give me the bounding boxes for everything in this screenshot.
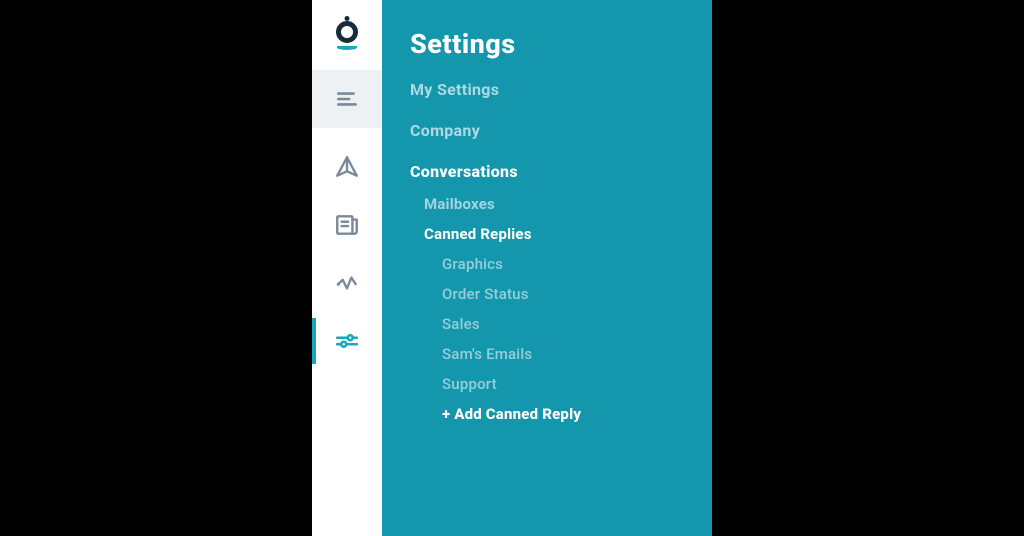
reply-item[interactable]: Sam's Emails <box>442 345 712 363</box>
newspaper-icon <box>334 212 360 238</box>
logo-swoosh-icon <box>337 45 357 50</box>
reply-item[interactable]: Support <box>442 375 712 393</box>
icon-rail <box>312 0 382 536</box>
reply-item[interactable]: Sales <box>442 315 712 333</box>
paper-plane-icon <box>334 154 360 180</box>
nav-canned-replies[interactable]: Canned Replies <box>424 225 712 243</box>
nav-docs[interactable] <box>312 196 382 254</box>
canned-replies-list: Graphics Order Status Sales Sam's Emails… <box>424 255 712 423</box>
app-shell: Settings My Settings Company Conversatio… <box>312 0 712 536</box>
sliders-icon <box>334 328 360 354</box>
nav-analytics[interactable] <box>312 254 382 312</box>
settings-panel: Settings My Settings Company Conversatio… <box>382 0 712 536</box>
nav-conversations-heading[interactable]: Conversations <box>410 162 712 181</box>
nav-my-settings[interactable]: My Settings <box>410 80 712 99</box>
menu-lines-icon <box>334 86 360 112</box>
panel-title: Settings <box>410 28 712 60</box>
app-logo[interactable] <box>312 0 382 70</box>
nav-menu[interactable] <box>312 70 382 128</box>
reply-item[interactable]: Graphics <box>442 255 712 273</box>
nav-settings[interactable] <box>312 312 382 370</box>
add-canned-reply-link[interactable]: + Add Canned Reply <box>442 405 712 423</box>
nav-company[interactable]: Company <box>410 121 712 140</box>
reply-item[interactable]: Order Status <box>442 285 712 303</box>
conversations-subnav: Mailboxes Canned Replies Graphics Order … <box>410 195 712 423</box>
nav-mailboxes[interactable]: Mailboxes <box>424 195 712 213</box>
nav-send[interactable] <box>312 138 382 196</box>
logo-mark-icon <box>336 21 358 43</box>
pulse-line-icon <box>334 270 360 296</box>
